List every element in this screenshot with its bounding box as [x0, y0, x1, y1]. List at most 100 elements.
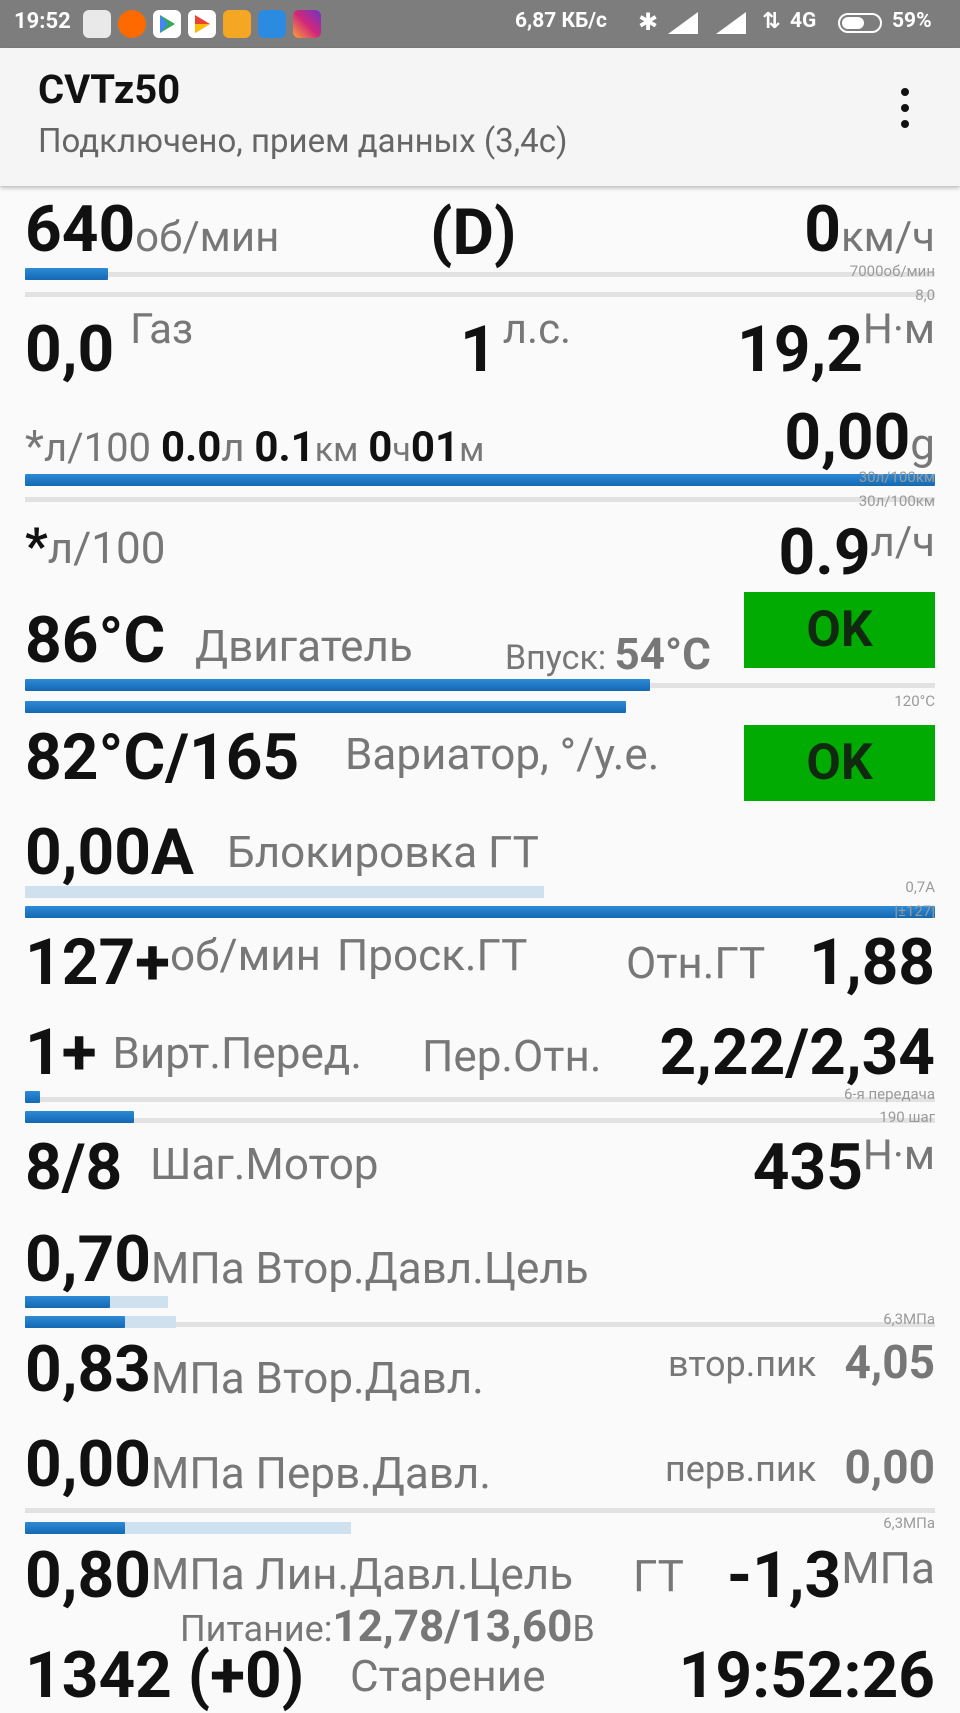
- tc-ratio-label: Отн.ГТ: [626, 937, 766, 989]
- hourly-readout: 0.9л/ч: [779, 515, 935, 590]
- slip-readout: 127+об/мин Проск.ГТ: [25, 925, 527, 1000]
- aging-label: Старение: [350, 1650, 546, 1702]
- slip-bar: [25, 906, 935, 918]
- prim-bar: [25, 1522, 125, 1534]
- play-store-icon: [153, 10, 181, 38]
- engine-label: Двигатель: [195, 620, 413, 672]
- prim-track: [25, 1508, 935, 1513]
- lockup-current: 0,00A: [25, 815, 194, 890]
- tc-ratio-value: 1,88: [809, 925, 935, 1000]
- intake-label: Впуск:: [505, 638, 607, 678]
- cvt-label: Вариатор, °/у.е.: [345, 728, 660, 780]
- trip-minutes: 01: [410, 423, 460, 472]
- battery-percent: 59%: [892, 9, 932, 33]
- overflow-menu-icon[interactable]: [895, 86, 915, 136]
- mail-app-icon: [258, 10, 286, 38]
- mi-notification-icon: [118, 10, 146, 38]
- rpm-track: [25, 272, 935, 277]
- sec-target-label: МПа Втор.Давл.Цель: [150, 1242, 589, 1294]
- lockup-label: Блокировка ГТ: [227, 826, 539, 878]
- prim-peak-value: 0,00: [844, 1441, 936, 1495]
- power-readout: 1 л.с.: [460, 305, 571, 387]
- throttle-readout: 0,0 Газ: [25, 305, 193, 387]
- instagram-icon: [293, 10, 321, 38]
- trip-consumption-bar: [25, 474, 935, 486]
- hourly-unit: л/ч: [870, 518, 935, 567]
- tc-pressure-unit: МПа: [841, 1542, 935, 1594]
- speed-track: [25, 292, 935, 297]
- play-games-icon: [188, 10, 216, 38]
- chat-app-icon: [223, 10, 251, 38]
- rpm-readout: 640об/мин: [25, 192, 279, 267]
- prim-label: МПа Перв.Давл.: [150, 1447, 491, 1499]
- network-speed: 6,87 КБ/с: [515, 9, 607, 33]
- engine-temp: 86°C: [25, 603, 166, 678]
- battery-icon: [838, 13, 882, 33]
- stepper-label: Шаг.Мотор: [150, 1138, 379, 1190]
- sec-value: 0,83: [25, 1332, 151, 1407]
- line-label: МПа Лин.Давл.Цель: [150, 1548, 574, 1600]
- sec-readout: 0,83МПа Втор.Давл.: [25, 1332, 484, 1407]
- consumption-prefix: *: [25, 518, 48, 576]
- sec-target-value: 0,70: [25, 1222, 151, 1297]
- sec-target-bar: [25, 1296, 110, 1308]
- data-transfer-icon: ⇅: [762, 9, 781, 34]
- trip-hours: 0: [368, 423, 393, 472]
- sec-peak-label: втор.пик: [668, 1343, 817, 1385]
- cvt-status-ok: OK: [744, 725, 935, 801]
- virtual-gear: 1+: [25, 1015, 97, 1090]
- g-unit: g: [910, 418, 935, 470]
- speed-scale-label: 8,0: [915, 286, 935, 304]
- step-track: [25, 1118, 935, 1123]
- cvt-temp: 82°C/165: [25, 720, 300, 795]
- gear-mode: (D): [430, 195, 517, 270]
- status-time: 19:52: [14, 9, 71, 34]
- trip-scale-label: 30л/100км: [858, 468, 935, 486]
- stepper-torque-value: 435: [752, 1130, 863, 1205]
- intake-temp-bar: [25, 701, 626, 713]
- torque-unit: Н·м: [862, 305, 935, 354]
- trip-distance-unit: км: [314, 430, 359, 470]
- gear-ratio-value: 2,22/2,34: [659, 1015, 935, 1090]
- step-bar: [25, 1111, 134, 1123]
- sec-peak-value: 4,05: [844, 1336, 936, 1390]
- prim-scale-label: 6,3МПа: [883, 1514, 935, 1532]
- throttle-value: 0,0: [25, 312, 115, 387]
- rpm-unit: об/мин: [135, 213, 280, 262]
- tc-pressure-label: ГТ: [633, 1550, 684, 1602]
- intake-temp: 54°C: [614, 628, 711, 680]
- sec-label: МПа Втор.Давл.: [150, 1352, 484, 1404]
- supply-unit: В: [572, 1608, 595, 1650]
- trip-fuel-unit: л: [221, 424, 245, 471]
- virtual-gear-label: Вирт.Перед.: [112, 1027, 362, 1079]
- trip-readout: *л/100 0.0л 0.1км 0ч01м: [25, 420, 484, 472]
- trip-distance: 0.1: [254, 423, 315, 472]
- slip-unit: об/мин: [170, 929, 322, 981]
- tc-pressure-readout: -1,3МПа: [727, 1538, 935, 1613]
- trip-prefix: *: [25, 420, 44, 472]
- step-scale-label: 190 шаг: [879, 1108, 935, 1126]
- signal-icon: [668, 12, 702, 38]
- stepper-torque-readout: 435Н·м: [753, 1130, 935, 1205]
- signal-icon-2: [716, 12, 750, 38]
- line-value: 0,80: [25, 1538, 151, 1613]
- sec-target-readout: 0,70МПа Втор.Давл.Цель: [25, 1222, 589, 1297]
- rpm-bar: [25, 268, 108, 280]
- engine-status-ok: OK: [744, 592, 935, 668]
- status-bar: 19:52 6,87 КБ/с ✱ ⇅ 4G 59%: [0, 0, 960, 48]
- torque-value: 19,2: [737, 312, 863, 387]
- supply-value: 12,78/13,60: [332, 1600, 573, 1652]
- gear-scale-label: 6-я передача: [843, 1085, 935, 1103]
- engine-temp-bar: [25, 679, 650, 691]
- app-bar: CVTz50 Подключено, прием данных (3,4с): [0, 48, 960, 186]
- power-value: 1: [460, 312, 497, 387]
- intake-readout: Впуск: 54°C: [505, 628, 711, 680]
- consumption-readout: *л/100: [25, 518, 166, 576]
- throttle-label: Газ: [130, 305, 194, 354]
- slip-label: Проск.ГТ: [336, 929, 528, 981]
- app-notification-icon: [83, 10, 111, 38]
- speed-unit: км/ч: [840, 213, 935, 262]
- sec-scale-label: 6,3МПа: [883, 1310, 935, 1328]
- power-unit: л.с.: [502, 305, 572, 354]
- prim-readout: 0,00МПа Перв.Давл.: [25, 1427, 491, 1502]
